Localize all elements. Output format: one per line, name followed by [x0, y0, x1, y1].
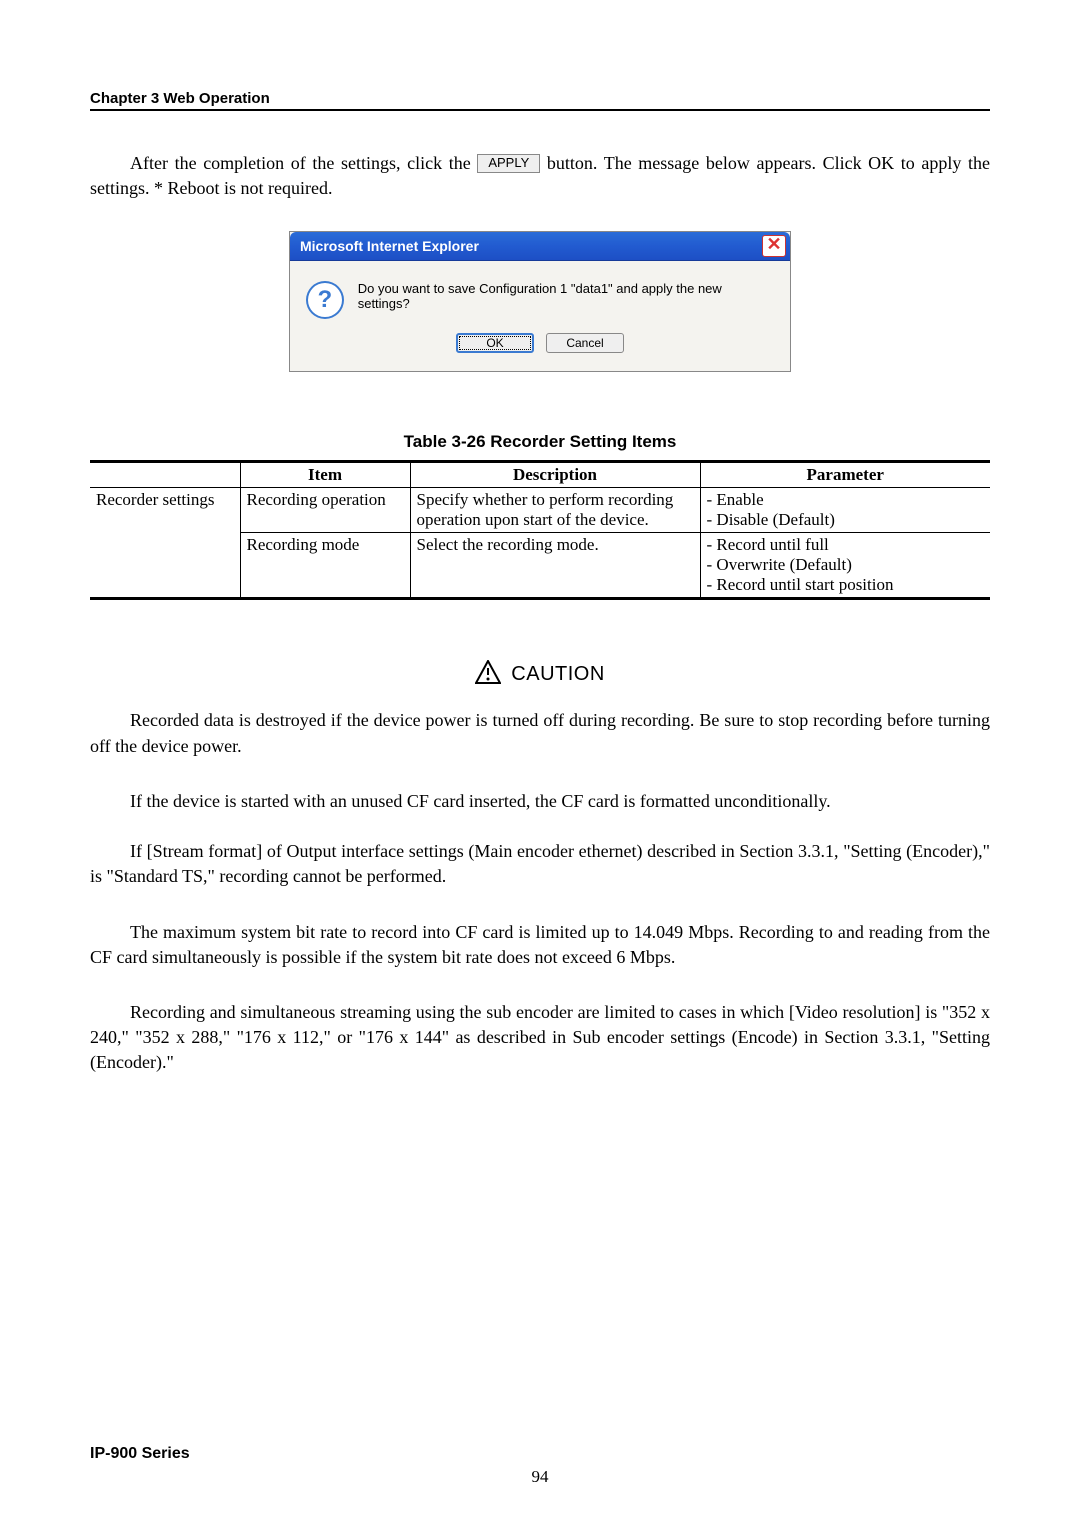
ok-button[interactable]: OK: [456, 333, 534, 353]
dialog-titlebar: Microsoft Internet Explorer ✕: [290, 232, 790, 261]
th-description: Description: [410, 462, 700, 488]
param-line: - Enable: [707, 490, 985, 510]
caution-p1: Recorded data is destroyed if the device…: [90, 708, 990, 758]
intro-text-before: After the completion of the settings, cl…: [130, 153, 477, 173]
dialog-message: Do you want to save Configuration 1 "dat…: [358, 281, 774, 311]
chapter-header: Chapter 3 Web Operation: [90, 90, 990, 111]
param-line: - Overwrite (Default): [707, 555, 985, 575]
caution-heading: CAUTION: [90, 660, 990, 690]
cell-desc: Select the recording mode.: [410, 533, 700, 599]
param-line: - Record until full: [707, 535, 985, 555]
caution-p4: The maximum system bit rate to record in…: [90, 920, 990, 970]
close-icon[interactable]: ✕: [762, 235, 786, 257]
apply-button-image: APPLY: [477, 154, 540, 173]
cell-item: Recording mode: [240, 533, 410, 599]
param-line: - Record until start position: [707, 575, 985, 595]
caution-p5: Recording and simultaneous streaming usi…: [90, 1000, 990, 1076]
caution-p2: If the device is started with an unused …: [130, 791, 831, 811]
caution-label: CAUTION: [511, 663, 605, 685]
warning-icon: [475, 660, 501, 690]
table-caption: Table 3-26 Recorder Setting Items: [90, 432, 990, 452]
cell-item: Recording operation: [240, 488, 410, 533]
table-row: Recorder settings Recording operation Sp…: [90, 488, 990, 533]
cancel-button[interactable]: Cancel: [546, 333, 624, 353]
page-number: 94: [90, 1467, 990, 1487]
caution-p2-wrap: If the device is started with an unused …: [90, 789, 990, 839]
question-icon: ?: [306, 281, 344, 319]
confirmation-dialog: Microsoft Internet Explorer ✕ ? Do you w…: [289, 231, 791, 372]
recorder-settings-table: Item Description Parameter Recorder sett…: [90, 460, 990, 600]
cell-desc: Specify whether to perform recording ope…: [410, 488, 700, 533]
cell-group: Recorder settings: [90, 488, 240, 599]
dialog-title: Microsoft Internet Explorer: [300, 238, 762, 254]
caution-p3: If [Stream format] of Output interface s…: [90, 839, 990, 889]
cell-param: - Enable - Disable (Default): [700, 488, 990, 533]
param-line: - Disable (Default): [707, 510, 985, 530]
intro-paragraph: After the completion of the settings, cl…: [90, 151, 990, 201]
cell-param: - Record until full - Overwrite (Default…: [700, 533, 990, 599]
th-parameter: Parameter: [700, 462, 990, 488]
th-item: Item: [240, 462, 410, 488]
series-label: IP-900 Series: [90, 1445, 990, 1463]
th-blank: [90, 462, 240, 488]
